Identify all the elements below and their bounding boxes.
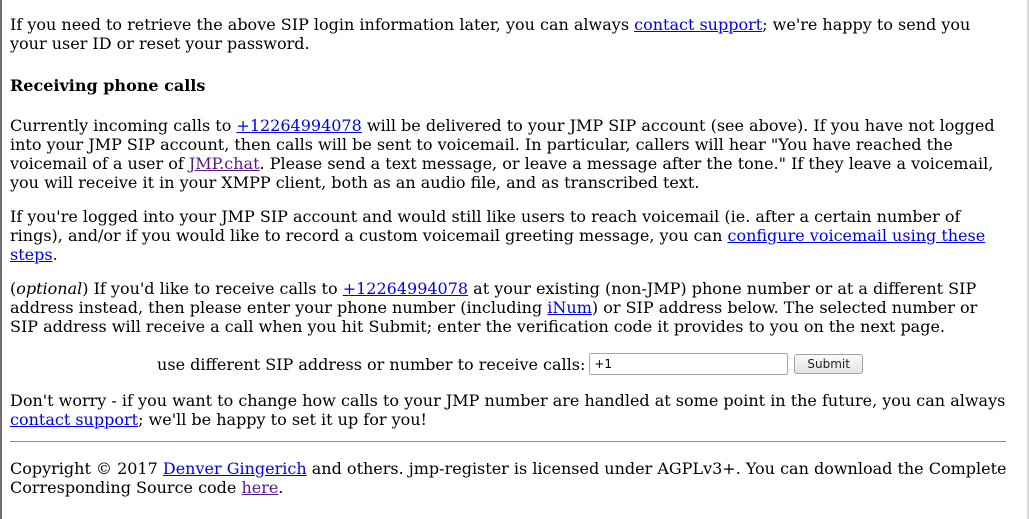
- footer-divider: [10, 441, 1006, 442]
- contact-support-link[interactable]: contact support: [634, 15, 762, 34]
- incoming-calls-paragraph: Currently incoming calls to +12264994078…: [10, 116, 995, 192]
- author-link[interactable]: Denver Gingerich: [163, 459, 307, 478]
- window-left-edge: [0, 0, 2, 519]
- source-code-link[interactable]: here: [241, 478, 278, 497]
- optional-label: optional: [16, 279, 83, 298]
- page-content: If you need to retrieve the above SIP lo…: [10, 15, 1010, 497]
- dont-worry-paragraph: Don't worry - if you want to change how …: [10, 391, 1006, 429]
- jmp-number-link-2[interactable]: +12264994078: [343, 279, 468, 298]
- contact-support-link-2[interactable]: contact support: [10, 410, 138, 429]
- jmp-number-link[interactable]: +12264994078: [236, 116, 361, 135]
- copyright-footer: Copyright © 2017 Denver Gingerich and ot…: [10, 459, 1007, 497]
- voicemail-paragraph: If you're logged into your JMP SIP accou…: [10, 207, 986, 264]
- forwarding-form: use different SIP address or number to r…: [10, 351, 1010, 377]
- inum-link[interactable]: iNum: [547, 298, 592, 317]
- forwarding-paragraph: (optional) If you'd like to receive call…: [10, 279, 978, 336]
- forwarding-label: use different SIP address or number to r…: [157, 354, 586, 374]
- sip-retrieve-paragraph: If you need to retrieve the above SIP lo…: [10, 15, 971, 53]
- receiving-calls-heading: Receiving phone calls: [10, 76, 206, 95]
- submit-button[interactable]: Submit: [794, 354, 863, 374]
- sip-address-input[interactable]: [589, 353, 789, 375]
- jmp-chat-link[interactable]: JMP.chat: [189, 154, 260, 173]
